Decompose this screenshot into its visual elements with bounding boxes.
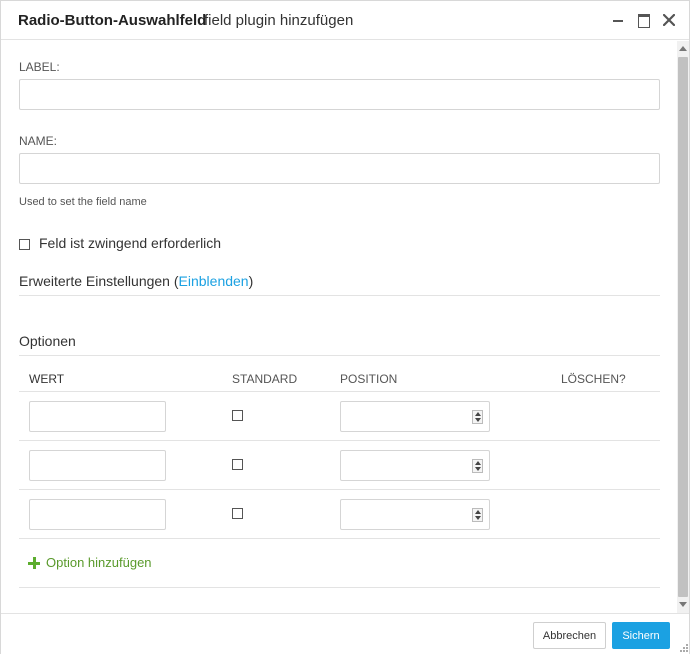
column-header-position: POSITION [340, 372, 398, 386]
dialog-title: Radio-Button-Auswahlfeld [18, 12, 207, 29]
dialog-content: LABEL: NAME: Used to set the field name … [1, 41, 677, 613]
option-value-input[interactable] [29, 450, 166, 481]
advanced-settings: Erweiterte Einstellungen (Einblenden) [19, 273, 253, 289]
option-position-input[interactable] [340, 401, 490, 432]
label-input[interactable] [19, 79, 660, 110]
option-position-input[interactable] [340, 450, 490, 481]
column-header-loeschen: LÖSCHEN? [561, 372, 626, 386]
divider [19, 538, 660, 539]
divider [19, 587, 660, 588]
save-button[interactable]: Sichern [612, 622, 670, 649]
required-checkbox-row[interactable]: Feld ist zwingend erforderlich [19, 235, 221, 252]
resize-grip-icon[interactable] [678, 642, 688, 652]
dialog-footer: Abbrechen Sichern [1, 613, 689, 654]
column-header-standard: STANDARD [232, 372, 298, 386]
divider [19, 355, 660, 356]
name-input[interactable] [19, 153, 660, 184]
minimize-icon[interactable] [608, 9, 630, 31]
option-default-checkbox[interactable] [232, 459, 243, 470]
scroll-down-icon[interactable] [679, 601, 687, 609]
cancel-button[interactable]: Abbrechen [533, 622, 606, 649]
plus-icon [28, 557, 40, 569]
column-header-wert: WERT [29, 372, 65, 386]
option-row [19, 391, 660, 440]
label-field-label: LABEL: [19, 60, 60, 74]
spinner-icon[interactable] [472, 410, 483, 424]
option-value-input[interactable] [29, 499, 166, 530]
advanced-settings-suffix: ) [248, 273, 254, 289]
options-section-title: Optionen [19, 333, 76, 349]
name-field-label: NAME: [19, 134, 58, 148]
option-value-input[interactable] [29, 401, 166, 432]
close-icon[interactable] [658, 9, 680, 31]
maximize-icon[interactable] [633, 9, 655, 31]
option-default-checkbox[interactable] [232, 410, 243, 421]
advanced-settings-label: Erweiterte Einstellungen ( [19, 273, 179, 289]
show-advanced-link[interactable]: Einblenden [179, 273, 249, 289]
add-option-label: Option hinzufügen [46, 555, 152, 570]
title-bar[interactable]: Radio-Button-Auswahlfeld field plugin hi… [1, 1, 689, 40]
spinner-icon[interactable] [472, 459, 483, 473]
required-checkbox[interactable] [19, 239, 30, 251]
option-position-input[interactable] [340, 499, 490, 530]
spinner-icon[interactable] [472, 508, 483, 522]
option-row [19, 489, 660, 538]
scroll-up-icon[interactable] [679, 45, 687, 53]
dialog-window: Radio-Button-Auswahlfeld field plugin hi… [0, 0, 690, 654]
name-field-hint: Used to set the field name [19, 196, 147, 208]
option-row [19, 440, 660, 489]
dialog-subtitle: field plugin hinzufügen [204, 12, 354, 29]
vertical-scrollbar[interactable] [677, 41, 689, 613]
option-default-checkbox[interactable] [232, 508, 243, 519]
divider [19, 295, 660, 296]
required-checkbox-label: Feld ist zwingend erforderlich [39, 235, 222, 251]
scrollbar-thumb[interactable] [678, 57, 688, 597]
